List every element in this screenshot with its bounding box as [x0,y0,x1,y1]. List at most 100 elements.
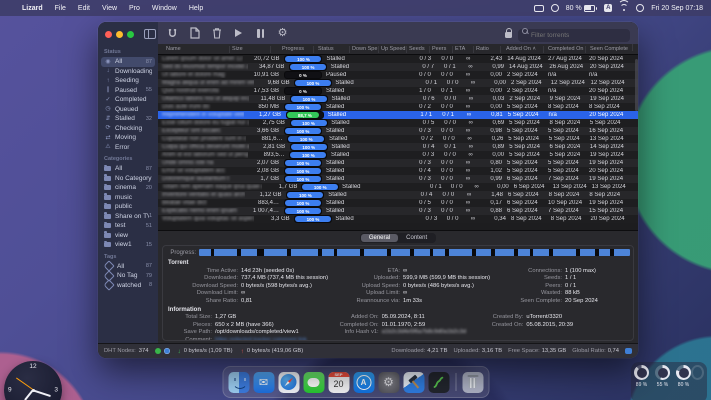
column-header-size[interactable]: Size [229,45,270,53]
network-globe-icon[interactable] [164,348,171,354]
table-row[interactable]: Error sit voluptatem acc 2,08 GB 100 % Stal… [158,167,638,175]
table-row[interactable]: Ullamco laboris nisi ut aliquip ex1 11,48… [158,95,638,103]
sidebar-item-stalled[interactable]: ⇵ Stalled 32 [101,114,155,124]
column-header-added[interactable]: Added On ˄ [500,45,543,53]
upload-speed-icon[interactable]: ↑ [241,348,244,355]
sidebar-item-queued[interactable]: ◷ Queued [101,105,155,115]
sidebar-item-view[interactable]: view [101,231,155,241]
column-header-up[interactable]: Up Speed [378,45,406,53]
clock-widget[interactable]: 12 3 6 9 [4,361,62,400]
column-header-eta[interactable]: ETA [452,45,473,53]
sidebar-item-completed[interactable]: ✓ Completed [101,95,155,105]
battery-status[interactable]: 80 % [566,4,598,12]
mail-dock-icon[interactable]: ✉ [253,371,274,393]
minimize-window-button[interactable] [116,30,123,38]
sidebar-item-error[interactable]: ⚠ Error [101,143,155,153]
menubar-extra-1-icon[interactable] [533,4,544,12]
table-row[interactable]: Magna aliqua ut enim ad minim ven 9,68 GB… [158,79,638,87]
menubar-clock[interactable]: Fri 20 Sep 07:18 [651,5,703,12]
table-row[interactable]: Sed do eiusmod tempor incidid 2 34,87 GB 1… [158,63,638,71]
sidebar-item-music[interactable]: music [101,193,155,203]
table-row[interactable]: Beatae vitae dict 883,4… 100 % Stalled 0 / 5… [158,199,638,207]
global-download-speed[interactable]: 0 bytes/s (1,09 TB) [184,348,233,354]
calendar-dock-icon[interactable]: SEP 20 [328,371,349,393]
resume-button[interactable] [232,27,245,40]
column-header-down[interactable]: Down Spe… [349,45,378,53]
sidebar-item-all[interactable]: All 87 [101,164,155,174]
table-row[interactable]: Cupidatat non proident sunt in c 881,6… 10… [158,135,638,143]
appstore-dock-icon[interactable]: A [353,371,374,393]
table-row[interactable]: Unde omnis iste na 2,07 GB 100 % Stalled 0 /… [158,159,638,167]
table-scrollbar[interactable] [634,59,638,111]
add-magnet-link-button[interactable] [166,27,179,40]
wifi-icon[interactable] [618,0,631,12]
control-center-icon[interactable] [636,4,645,12]
menubar-extra-2-icon[interactable] [550,4,559,12]
column-header-completed[interactable]: Completed On [543,45,585,53]
table-row[interactable]: Anim id est laborum sed ut persp 893,5… 10… [158,151,638,159]
tab-content[interactable]: Content [398,234,435,242]
table-row[interactable]: Reprehenderit in voluptate velit 1,27 GB 8… [158,111,638,119]
speed-limits-icon[interactable] [625,348,632,354]
sidebar-item-share-on-tv[interactable]: Share on TV 1 [101,212,155,222]
trash-dock-icon[interactable] [462,371,483,393]
menu-help[interactable]: Help [183,5,209,12]
menu-pro[interactable]: Pro [123,5,146,12]
sidebar-item-watched[interactable]: watched 8 [101,279,155,291]
column-header-seeds[interactable]: Seeds [406,45,429,53]
safari-dock-icon[interactable] [278,371,299,393]
menu-file[interactable]: File [49,5,72,12]
sidebar-item-downloading[interactable]: ↓ Downloading [101,67,155,77]
download-speed-icon[interactable]: ↓ [177,348,180,355]
finder-dock-icon[interactable] [228,371,249,393]
table-row[interactable]: Explicabo nemo enim ipsam 1 007,4… 100 % St… [158,207,638,215]
tab-general[interactable]: General [360,234,399,242]
settings-gear-icon[interactable]: ⚙ [276,27,289,40]
menu-lizard[interactable]: Lizard [16,5,49,12]
sidebar-item-all[interactable]: ◉ All 87 [101,57,155,67]
table-row[interactable]: Ut labore et dolore mag 10,91 GB 0 % Paused… [158,71,638,79]
sidebar-item-cinema[interactable]: cinema 20 [101,183,155,193]
table-row[interactable]: Voluptatem quia voluptas sit asper1 3,3 G… [158,215,638,223]
global-upload-speed[interactable]: 0 bytes/s (419,06 GB) [247,348,303,354]
sidebar-item-view1[interactable]: view1 15 [101,240,155,250]
column-header-status[interactable]: Status [313,45,349,53]
sidebar-item-checking[interactable]: ⟳ Checking [101,124,155,134]
lock-icon[interactable] [505,27,512,38]
menu-edit[interactable]: Edit [72,5,96,12]
settings-dock-icon[interactable]: ⚙ [378,371,399,393]
table-row[interactable]: Lorem ipsum dolor sit amet 12 20,72 GB 100… [158,55,638,63]
sidebar-item-test[interactable]: test 51 [101,221,155,231]
connection-status-icon[interactable] [155,348,162,354]
table-row[interactable]: Quis nostrud exercita 17,53 GB 0 % Stalled 1… [158,87,638,95]
hammer-dock-icon[interactable] [403,371,424,393]
add-torrent-file-button[interactable] [188,27,201,40]
column-header-progress[interactable]: Progress [270,45,313,53]
table-row[interactable]: Totam rem aperiam eaque ipsa quae ab 1,7 … [158,183,638,191]
table-row[interactable]: Excepteur sint occaec 3,66 GB 100 % Stalled… [158,127,638,135]
sidebar-item-paused[interactable]: ∥ Paused 55 [101,86,155,96]
column-header-seen[interactable]: Seen Complete [585,45,632,53]
table-row[interactable]: Duis aute irure do 850 MB 100 % Stalled 0 / … [158,103,638,111]
sidebar-item-public[interactable]: public [101,202,155,212]
table-row[interactable]: Inventore veritatis et quasi arch 1,12 GB… [158,191,638,199]
zoom-window-button[interactable] [127,30,134,38]
close-window-button[interactable] [105,30,112,38]
table-row[interactable]: Esse cillum dolore eu fugiat nul 1 2,75 G… [158,119,638,127]
column-header-peers[interactable]: Peers [429,45,452,53]
menu-window[interactable]: Window [146,5,183,12]
lizard-dock-icon[interactable] [428,371,449,393]
column-header-name[interactable]: Name [158,46,229,53]
battery-widget[interactable]: 89 % 55 % 80 % [631,362,707,400]
filter-torrents-input[interactable] [518,29,630,42]
pause-button[interactable] [254,27,267,40]
table-row[interactable]: Doloremque laudantium t 1,7 GB 100 % Stalle… [158,175,638,183]
column-header-ratio[interactable]: Ratio [473,45,500,53]
table-row[interactable]: Culpa qui officia deserunt mollit a 2,81 … [158,143,638,151]
sidebar-item-moving[interactable]: ⇄ Moving [101,133,155,143]
input-source-icon[interactable]: A [604,4,613,12]
sidebar-item-seeding[interactable]: ↑ Seeding [101,76,155,86]
messages-dock-icon[interactable] [303,371,324,393]
sidebar-toggle-icon[interactable] [144,29,156,39]
delete-torrent-button[interactable] [210,27,223,40]
